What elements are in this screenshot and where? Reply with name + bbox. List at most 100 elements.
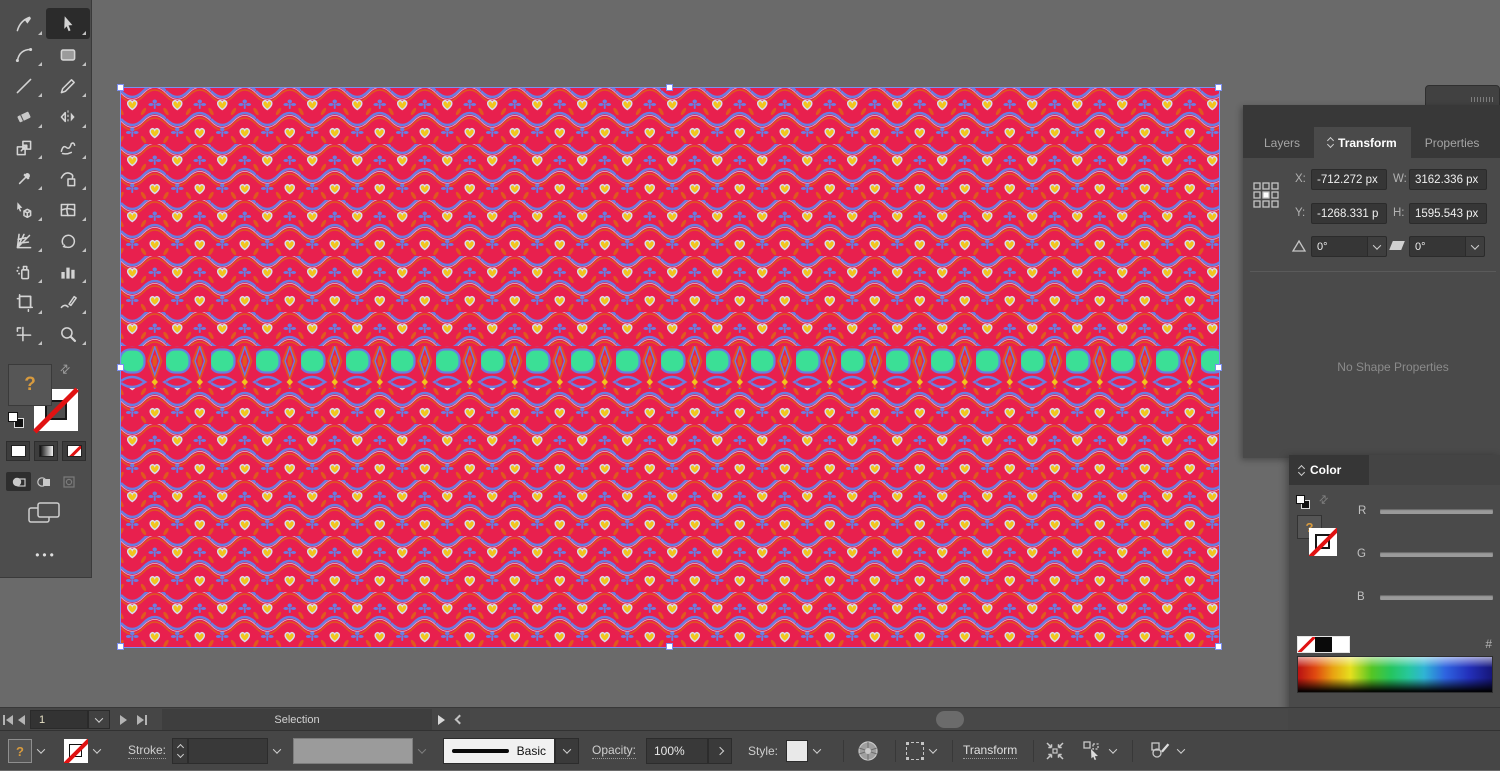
stroke-weight-field[interactable] (188, 738, 268, 764)
selection-handle-top-right[interactable] (1215, 84, 1222, 91)
last-artboard-button[interactable] (134, 708, 150, 731)
brush-dropdown-button[interactable] (555, 738, 579, 764)
artboard-tool[interactable] (2, 287, 46, 318)
previous-artboard-button[interactable] (14, 708, 28, 731)
select-similar-dropdown[interactable] (1104, 739, 1122, 763)
global-edit-button[interactable] (1148, 738, 1172, 765)
none-mode-button[interactable] (62, 441, 86, 461)
bounding-box-dropdown[interactable] (924, 739, 942, 763)
puppet-warp-tool[interactable] (2, 163, 46, 194)
tab-color[interactable]: Color (1289, 455, 1369, 485)
line-segment-tool[interactable] (2, 70, 46, 101)
zoom-tool[interactable] (46, 318, 90, 349)
width-profile-chevron[interactable] (413, 739, 431, 763)
channel-r-slider[interactable] (1380, 509, 1493, 514)
reflect-icon (60, 109, 75, 124)
rotate-view-tool[interactable] (46, 225, 90, 256)
selection-handle-bottom-right[interactable] (1215, 643, 1222, 650)
draw-inside-button[interactable] (56, 472, 81, 491)
stroke-label[interactable]: Stroke: (128, 743, 167, 759)
tab-layers[interactable]: Layers (1250, 127, 1314, 158)
stroke-weight-stepper[interactable] (172, 738, 188, 764)
isolate-object-button[interactable] (1043, 731, 1067, 771)
collapse-status-button[interactable] (452, 708, 466, 731)
stroke-color-swatch[interactable] (64, 739, 88, 763)
opacity-field[interactable]: 100% (646, 738, 708, 764)
perspective-grid-tool[interactable] (2, 225, 46, 256)
default-fill-stroke-icon[interactable] (8, 412, 26, 430)
shear-angle-combo[interactable]: 0° (1409, 236, 1485, 257)
horizontal-scrollbar[interactable] (470, 709, 1288, 730)
pencil-tool[interactable] (46, 70, 90, 101)
selection-handle-mid-right[interactable] (1215, 364, 1222, 371)
next-artboard-button[interactable] (116, 708, 130, 731)
stroke-weight-dropdown[interactable] (268, 739, 286, 763)
channel-g-slider[interactable] (1380, 552, 1493, 557)
style-dropdown[interactable] (808, 739, 826, 763)
selection-tool[interactable] (46, 8, 90, 39)
fill-color-swatch[interactable]: ? (8, 364, 52, 406)
rectangle-tool[interactable] (46, 39, 90, 70)
scale-tool[interactable] (2, 132, 46, 163)
color-mode-button[interactable] (6, 441, 30, 461)
fill-color-swatch[interactable]: ? (8, 739, 32, 763)
white-swatch[interactable] (1332, 637, 1349, 652)
width-profile-dropdown[interactable] (293, 738, 413, 764)
color-spectrum-bar[interactable] (1297, 656, 1493, 693)
none-swatch[interactable] (1298, 637, 1315, 652)
x-input[interactable]: -712.272 px (1311, 169, 1387, 190)
h-input[interactable]: 1595.543 px (1409, 203, 1487, 224)
reference-point-locator[interactable] (1252, 181, 1280, 209)
shaper-tool[interactable] (46, 287, 90, 318)
fill-dropdown[interactable] (32, 739, 50, 763)
collapsed-panel-tab[interactable] (1425, 85, 1500, 106)
rotate-angle-combo[interactable]: 0° (1311, 236, 1387, 257)
swap-fill-stroke-icon[interactable]: ⇄ (1316, 492, 1331, 507)
symbol-sprayer-tool[interactable] (2, 256, 46, 287)
selection-handle-bottom-center[interactable] (666, 643, 673, 650)
select-similar-button[interactable] (1080, 738, 1104, 765)
y-input[interactable]: -1268.331 p (1311, 203, 1387, 224)
selection-handle-top-left[interactable] (117, 84, 124, 91)
opacity-label[interactable]: Opacity: (592, 743, 637, 759)
mesh-tool[interactable] (46, 194, 90, 225)
artboard-dropdown[interactable] (88, 710, 110, 729)
style-swatch[interactable] (786, 740, 808, 762)
w-label: W: (1393, 173, 1407, 185)
global-edit-dropdown[interactable] (1172, 739, 1190, 763)
status-play-button[interactable] (434, 708, 448, 731)
artboard-number-field[interactable]: 1 (30, 710, 88, 729)
w-input[interactable]: 3162.336 px (1409, 169, 1487, 190)
slice-tool[interactable] (2, 318, 46, 349)
free-transform-tool[interactable] (46, 163, 90, 194)
brush-definition-dropdown[interactable]: Basic (443, 738, 555, 764)
gradient-mode-button[interactable] (34, 441, 58, 461)
tab-properties[interactable]: Properties (1411, 127, 1494, 158)
warp-tool[interactable] (46, 132, 90, 163)
curvature-tool[interactable] (2, 39, 46, 70)
bounding-box-icon[interactable] (906, 742, 924, 760)
recolor-artwork-button[interactable] (856, 731, 880, 771)
pen-tool[interactable] (2, 8, 46, 39)
edit-toolbar-button[interactable]: ••• (0, 548, 92, 562)
perspective-selection-tool[interactable] (2, 194, 46, 225)
channel-b-slider[interactable] (1380, 595, 1493, 600)
reflect-tool[interactable] (46, 101, 90, 132)
selection-handle-top-center[interactable] (666, 84, 673, 91)
stroke-dropdown[interactable] (88, 739, 106, 763)
selection-handle-bottom-left[interactable] (117, 643, 124, 650)
tab-transform[interactable]: Transform (1314, 127, 1411, 158)
selected-artwork[interactable] (117, 84, 1222, 650)
transform-link[interactable]: Transform (963, 743, 1018, 759)
graph-tool[interactable] (46, 256, 90, 287)
swap-fill-stroke-icon[interactable]: ⇄ (57, 360, 74, 377)
scrollbar-thumb[interactable] (936, 711, 964, 728)
screen-mode-button[interactable] (26, 500, 62, 529)
draw-normal-button[interactable] (6, 472, 31, 491)
draw-behind-button[interactable] (31, 472, 56, 491)
eraser-tool[interactable] (2, 101, 46, 132)
black-swatch[interactable] (1315, 637, 1332, 652)
selection-handle-mid-left[interactable] (117, 364, 124, 371)
opacity-expand-button[interactable] (708, 738, 732, 764)
stroke-color-swatch[interactable] (1309, 528, 1337, 556)
